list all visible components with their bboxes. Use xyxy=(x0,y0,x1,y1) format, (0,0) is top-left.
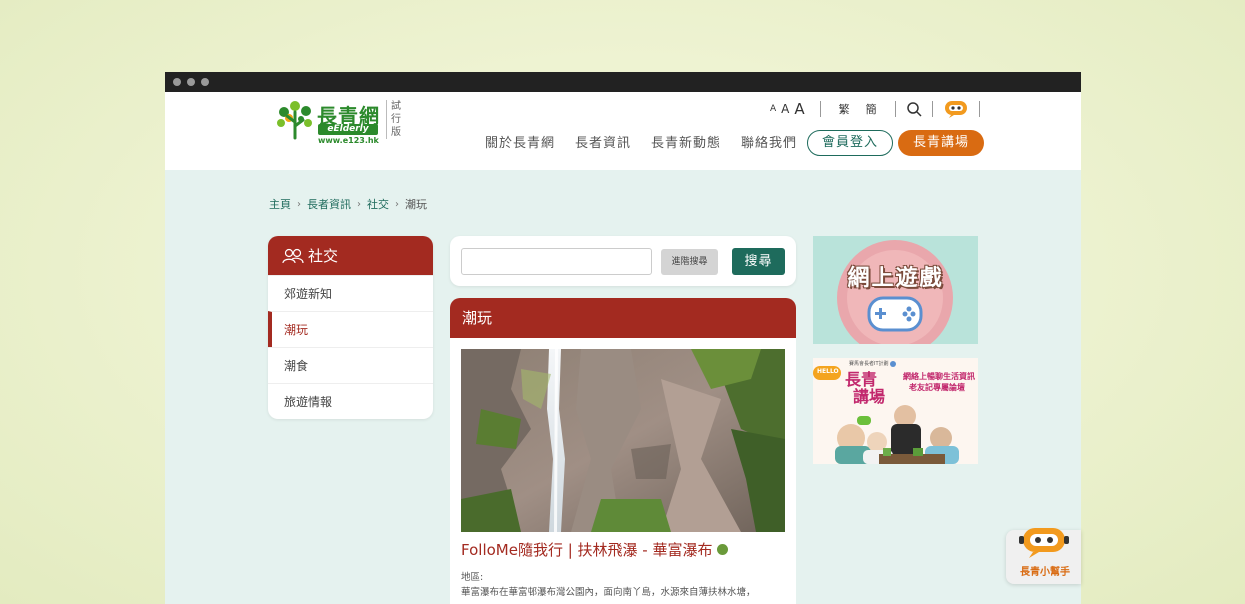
people-icon xyxy=(282,248,304,263)
font-size-medium-button[interactable]: A xyxy=(781,102,789,116)
chevron-right-icon: › xyxy=(297,198,301,210)
nav-news[interactable]: 長青新動態 xyxy=(651,132,721,151)
breadcrumb-social[interactable]: 社交 xyxy=(367,196,389,212)
forum-banner[interactable]: HELLO 賽馬會長者IT計劃 長青 講場 網絡上暢聊生活資訊 老友記專屬論壇 xyxy=(813,358,978,464)
breadcrumb-home[interactable]: 主頁 xyxy=(269,196,291,212)
search-button[interactable]: 搜尋 xyxy=(732,248,785,275)
breadcrumb-current: 潮玩 xyxy=(405,198,427,211)
lang-traditional-button[interactable]: 繁 xyxy=(839,101,850,117)
waterfall-photo[interactable] xyxy=(461,349,785,532)
forum-tagline-1: 網絡上暢聊生活資訊 xyxy=(903,371,975,381)
trial-label: 試行版 xyxy=(386,100,402,139)
online-games-title: 網上遊戲 xyxy=(847,265,944,291)
nav-elderly-info[interactable]: 長者資訊 xyxy=(575,132,631,151)
logo-badge: eElderly xyxy=(318,124,378,135)
advanced-search-button[interactable]: 進階搜尋 xyxy=(661,249,718,275)
sidebar-item-outing[interactable]: 郊遊新知 xyxy=(268,275,433,311)
article-excerpt: 地區: 華富瀑布在華富邨瀑布灣公園內，面向南丫島，水源來自薄扶林水塘， xyxy=(461,570,785,600)
sidebar-item-travel[interactable]: 旅遊情報 xyxy=(268,383,433,419)
window-dot-icon xyxy=(173,78,181,86)
forum-tagline-2: 老友記專屬論壇 xyxy=(909,382,965,392)
chevron-right-icon: › xyxy=(357,198,361,210)
nav-contact[interactable]: 聯絡我們 xyxy=(741,132,797,151)
article-district-label: 地區: xyxy=(461,572,484,583)
chatbot-icon[interactable] xyxy=(943,99,969,119)
sidebar-item-trendy-food[interactable]: 潮食 xyxy=(268,347,433,383)
site-header: 長青網 eElderly www.e123.hk 試行版 A A A 繁 簡 關… xyxy=(165,92,1081,170)
forum-hello-badge: HELLO xyxy=(817,368,839,375)
sidebar-header: 社交 xyxy=(268,236,433,275)
breadcrumb-elderly-info[interactable]: 長者資訊 xyxy=(307,196,351,212)
divider xyxy=(894,101,896,117)
browser-window: 長青網 eElderly www.e123.hk 試行版 A A A 繁 簡 關… xyxy=(165,72,1081,604)
forum-button[interactable]: 長青講場 xyxy=(898,130,984,156)
search-panel: 進階搜尋 搜尋 xyxy=(450,236,796,286)
divider xyxy=(931,101,933,117)
login-button[interactable]: 會員登入 xyxy=(807,130,893,156)
window-dot-icon xyxy=(187,78,195,86)
header-tools: A A A 繁 簡 xyxy=(770,98,990,120)
sidebar-menu: 社交 郊遊新知 潮玩 潮食 旅遊情報 xyxy=(268,236,433,419)
helper-widget[interactable]: 長青小幫手 xyxy=(1006,528,1081,584)
breadcrumb: 主頁 › 長者資訊 › 社交 › 潮玩 xyxy=(269,196,427,212)
article-body-text: 華富瀑布在華富邨瀑布灣公園內，面向南丫島，水源來自薄扶林水塘， xyxy=(461,587,756,598)
sidebar-item-trendy-play[interactable]: 潮玩 xyxy=(268,311,433,347)
chevron-right-icon: › xyxy=(395,198,399,210)
sidebar-title: 社交 xyxy=(308,247,339,265)
article-title-text[interactable]: FolloMe隨我行 | 扶林飛瀑 - 華富瀑布 xyxy=(461,539,713,560)
content-panel: 潮玩 FolloMe隨我行 | 扶林飛瀑 - 華富瀑布 地區: 華富瀑布在華富邨… xyxy=(450,298,796,604)
browser-titlebar xyxy=(165,72,1081,92)
lang-simplified-button[interactable]: 簡 xyxy=(866,101,877,117)
tree-logo-icon xyxy=(277,101,312,140)
waterfall-image xyxy=(461,349,785,532)
search-input[interactable] xyxy=(461,248,652,275)
nav-about[interactable]: 關於長青網 xyxy=(485,132,555,151)
helper-label: 長青小幫手 xyxy=(1020,567,1070,578)
font-size-large-button[interactable]: A xyxy=(794,100,804,118)
category-tag-icon xyxy=(716,544,728,555)
logo-url: www.e123.hk xyxy=(318,136,379,145)
online-games-banner[interactable]: 網上遊戲 xyxy=(813,236,978,344)
forum-title-line2: 講場 xyxy=(853,387,886,406)
section-title: 潮玩 xyxy=(450,298,796,338)
font-size-small-button[interactable]: A xyxy=(770,104,776,114)
article-title[interactable]: FolloMe隨我行 | 扶林飛瀑 - 華富瀑布 xyxy=(461,539,728,560)
main-nav: 關於長青網 長者資訊 長青新動態 聯絡我們 xyxy=(485,132,817,151)
helper-robot-icon xyxy=(1019,528,1069,558)
search-icon[interactable] xyxy=(906,101,922,117)
divider xyxy=(819,101,821,117)
divider xyxy=(978,101,980,117)
window-dot-icon xyxy=(201,78,209,86)
